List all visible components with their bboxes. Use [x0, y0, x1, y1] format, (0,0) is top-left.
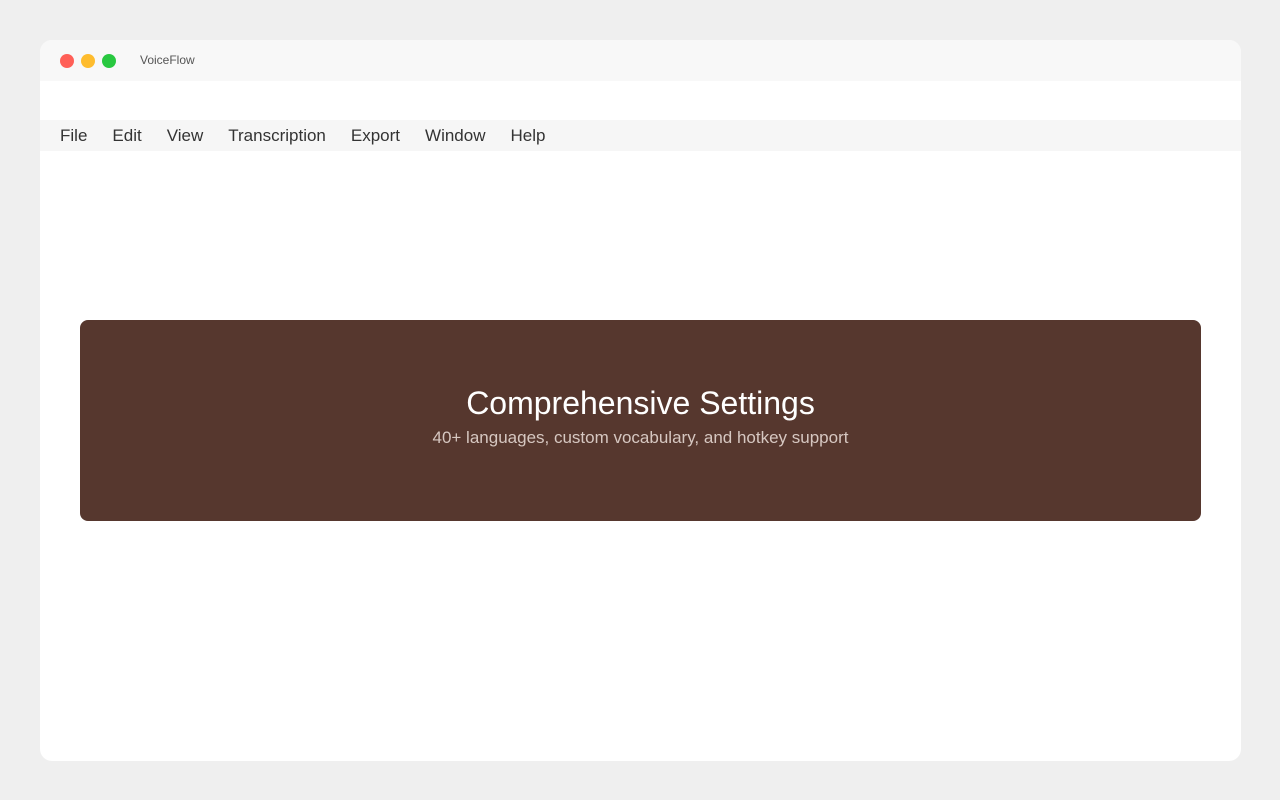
close-window-button[interactable] [60, 54, 74, 68]
menu-item-view[interactable]: View [167, 120, 204, 151]
banner-title: Comprehensive Settings [466, 385, 815, 421]
title-bar: VoiceFlow [40, 40, 1241, 81]
app-window: VoiceFlow File Edit View Transcription E… [40, 40, 1241, 761]
menu-item-file[interactable]: File [60, 120, 87, 151]
menu-item-transcription[interactable]: Transcription [228, 120, 326, 151]
window-title: VoiceFlow [140, 53, 195, 67]
feature-banner: Comprehensive Settings 40+ languages, cu… [80, 320, 1201, 521]
menu-item-edit[interactable]: Edit [112, 120, 141, 151]
banner-subtitle: 40+ languages, custom vocabulary, and ho… [432, 428, 849, 447]
menu-item-help[interactable]: Help [511, 120, 546, 151]
menu-bar: File Edit View Transcription Export Wind… [40, 120, 1241, 151]
menu-item-window[interactable]: Window [425, 120, 485, 151]
menu-item-export[interactable]: Export [351, 120, 400, 151]
minimize-window-button[interactable] [81, 54, 95, 68]
maximize-window-button[interactable] [102, 54, 116, 68]
